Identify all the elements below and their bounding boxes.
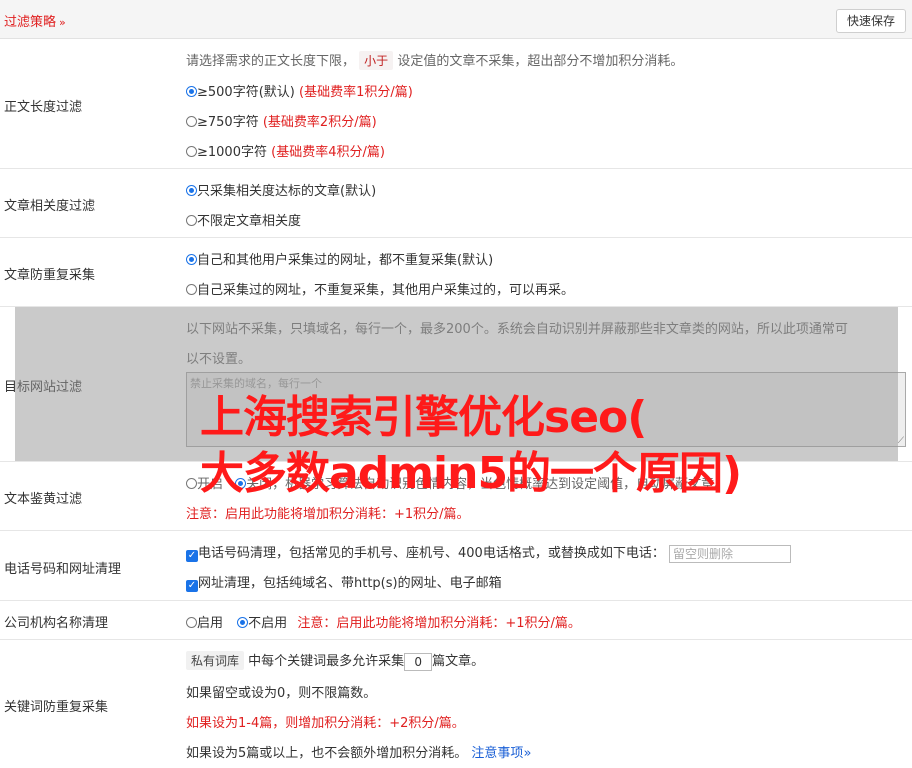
dedupe-option-self[interactable]: 自己采集过的网址，不重复采集，其他用户采集过的，可以再采。 xyxy=(186,279,574,298)
length-option-750[interactable]: ≥750字符 (基础费率2积分/篇) xyxy=(186,111,377,130)
keyword-rule-2: 如果设为1-4篇，则增加积分消耗：+2积分/篇。 xyxy=(186,716,465,731)
radio-icon[interactable] xyxy=(186,617,197,628)
keyword-limit-line: 私有词库 中每个关键词最多允许采集 0 篇文章。 xyxy=(186,650,484,671)
option-label: 自己采集过的网址，不重复采集，其他用户采集过的，可以再采。 xyxy=(197,283,575,298)
option-label: 只采集相关度达标的文章(默认) xyxy=(197,184,377,199)
notes-link[interactable]: 注意事项» xyxy=(471,746,531,761)
phone-url-label: 电话号码和网址清理 xyxy=(4,562,122,577)
phone-clean-option[interactable]: ✓ 电话号码清理，包括常见的手机号、座机号、400电话格式，或替换成如下电话： 留… xyxy=(186,542,791,563)
option-label: ≥1000字符 xyxy=(197,145,267,160)
relevance-option-strict[interactable]: 只采集相关度达标的文章(默认) xyxy=(186,180,376,199)
watermark-line: 上海搜索引擎优化seo( xyxy=(200,392,647,443)
less-than-tag: 小于 xyxy=(359,51,394,70)
watermark-line: 大多数admin5的一个原因) xyxy=(200,448,742,499)
dedupe-option-all[interactable]: 自己和其他用户采集过的网址，都不重复采集(默认) xyxy=(186,249,493,268)
radio-icon[interactable] xyxy=(186,478,197,489)
keyword-rule-1: 如果留空或设为0，则不限篇数。 xyxy=(186,686,377,701)
org-name-label: 公司机构名称清理 xyxy=(4,616,109,631)
org-name-row: 公司机构名称清理 启用 不启用 注意：启用此功能将增加积分消耗：+1积分/篇。 xyxy=(0,601,912,640)
quick-save-button[interactable]: 快速保存 xyxy=(836,9,906,33)
option-label: 网址清理，包括纯域名、带http(s)的网址、电子邮箱 xyxy=(198,576,502,591)
watermark-text: 上海搜索引擎优化seo( 大多数admin5的一个原因) xyxy=(200,390,742,502)
option-label: ≥750字符 xyxy=(197,115,259,130)
length-filter-desc: 请选择需求的正文长度下限， 小于 设定值的文章不采集，超出部分不增加积分消耗。 xyxy=(186,50,683,70)
keyword-text: 篇文章。 xyxy=(432,654,485,669)
length-filter-label: 正文长度过滤 xyxy=(4,100,83,115)
option-label: 自己和其他用户采集过的网址，都不重复采集(默认) xyxy=(197,253,494,268)
desc-text: 设定值的文章不采集，超出部分不增加积分消耗。 xyxy=(397,54,684,69)
dedupe-label: 文章防重复采集 xyxy=(4,268,96,283)
radio-selected-icon[interactable] xyxy=(186,86,197,97)
radio-icon[interactable] xyxy=(186,146,197,157)
private-lexicon-tag[interactable]: 私有词库 xyxy=(186,651,245,670)
relevance-option-none[interactable]: 不限定文章相关度 xyxy=(186,210,301,229)
chevron-down-icon: » xyxy=(59,16,66,29)
chevron-down-icon: » xyxy=(523,746,532,761)
option-rate-note: (基础费率1积分/篇) xyxy=(299,85,413,100)
porn-filter-note: 注意：启用此功能将增加积分消耗：+1积分/篇。 xyxy=(186,507,470,522)
length-option-1000[interactable]: ≥1000字符 (基础费率4积分/篇) xyxy=(186,141,385,160)
keyword-text: 中每个关键词最多允许采集 xyxy=(248,654,405,669)
keyword-dedupe-row: 关键词防重复采集 私有词库 中每个关键词最多允许采集 0 篇文章。 如果留空或设为0… xyxy=(0,640,912,768)
dedupe-row: 文章防重复采集 自己和其他用户采集过的网址，都不重复采集(默认) 自己采集过的网… xyxy=(0,238,912,307)
org-name-note: 注意：启用此功能将增加积分消耗：+1积分/篇。 xyxy=(297,616,581,631)
max-articles-input[interactable]: 0 xyxy=(404,652,433,671)
option-label: 电话号码清理，包括常见的手机号、座机号、400电话格式，或替换成如下电话： xyxy=(198,546,665,561)
keyword-rule-3: 如果设为5篇或以上，也不会额外增加积分消耗。 注意事项» xyxy=(186,742,531,761)
keyword-text: 如果设为5篇或以上，也不会额外增加积分消耗。 xyxy=(186,746,468,761)
option-label: 不限定文章相关度 xyxy=(197,214,302,229)
option-label: ≥500字符(默认) xyxy=(197,85,295,100)
relevance-label: 文章相关度过滤 xyxy=(4,199,96,214)
radio-icon[interactable] xyxy=(186,215,197,226)
replace-phone-input[interactable]: 留空则删除 xyxy=(668,544,791,563)
radio-selected-icon[interactable] xyxy=(186,185,197,196)
url-clean-option[interactable]: ✓ 网址清理，包括纯域名、带http(s)的网址、电子邮箱 xyxy=(186,572,502,592)
section-title-text: 过滤策略 xyxy=(4,15,57,30)
section-title[interactable]: 过滤策略» xyxy=(4,11,66,30)
relevance-row: 文章相关度过滤 只采集相关度达标的文章(默认) 不限定文章相关度 xyxy=(0,169,912,238)
length-option-500[interactable]: ≥500字符(默认) (基础费率1积分/篇) xyxy=(186,81,413,100)
checkbox-checked-icon[interactable]: ✓ xyxy=(186,580,198,592)
radio-icon[interactable] xyxy=(186,284,197,295)
option-label: 启用 xyxy=(197,616,224,631)
option-rate-note: (基础费率2积分/篇) xyxy=(262,115,377,130)
notes-link-text: 注意事项 xyxy=(471,746,524,761)
radio-selected-icon[interactable] xyxy=(237,617,249,628)
porn-filter-label: 文本鉴黄过滤 xyxy=(4,492,83,507)
keyword-dedupe-label: 关键词防重复采集 xyxy=(4,700,109,715)
radio-icon[interactable] xyxy=(186,116,197,127)
radio-selected-icon[interactable] xyxy=(186,254,197,265)
resize-handle-icon[interactable]: ⟋ xyxy=(898,437,904,446)
filter-strategy-header: 过滤策略» 快速保存 xyxy=(0,0,912,39)
length-filter-row: 正文长度过滤 请选择需求的正文长度下限， 小于 设定值的文章不采集，超出部分不增… xyxy=(0,39,912,169)
desc-text: 请选择需求的正文长度下限， xyxy=(186,54,356,69)
org-name-options: 启用 不启用 注意：启用此功能将增加积分消耗：+1积分/篇。 xyxy=(186,612,581,631)
phone-url-row: 电话号码和网址清理 ✓ 电话号码清理，包括常见的手机号、座机号、400电话格式，或… xyxy=(0,531,912,601)
option-rate-note: (基础费率4积分/篇) xyxy=(271,145,385,160)
checkbox-checked-icon[interactable]: ✓ xyxy=(186,550,198,562)
option-label: 不启用 xyxy=(248,616,288,631)
